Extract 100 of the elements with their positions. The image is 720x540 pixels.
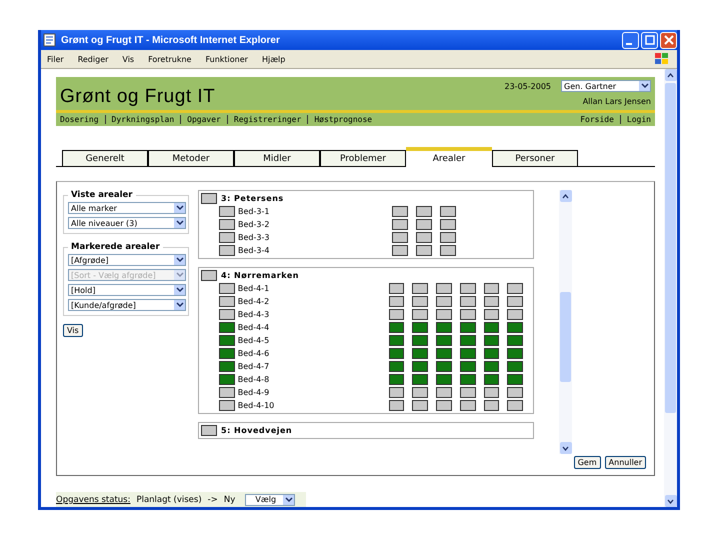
tab[interactable]: Arealer: [406, 147, 492, 168]
period-cell[interactable]: [507, 387, 523, 398]
bed-toggle[interactable]: [219, 374, 235, 386]
menu-item[interactable]: Hjælp: [262, 54, 286, 64]
scroll-thumb[interactable]: [665, 83, 676, 413]
tab[interactable]: Metoder: [148, 150, 234, 166]
period-cell[interactable]: [484, 309, 500, 320]
nav-link[interactable]: Registreringer: [234, 115, 302, 124]
period-cell[interactable]: [484, 296, 500, 308]
menu-item[interactable]: Vis: [122, 54, 134, 64]
tab[interactable]: Problemer: [320, 150, 406, 166]
menu-item[interactable]: Funktioner: [205, 54, 248, 64]
period-cell[interactable]: [484, 283, 500, 294]
scroll-down-icon[interactable]: [664, 495, 676, 507]
period-cell[interactable]: [507, 335, 523, 346]
period-cell[interactable]: [507, 296, 523, 308]
period-cell[interactable]: [460, 387, 476, 398]
bed-toggle[interactable]: [219, 348, 235, 360]
period-cell[interactable]: [412, 374, 428, 386]
period-cell[interactable]: [507, 309, 523, 320]
period-cell[interactable]: [460, 348, 476, 360]
action-button[interactable]: Gem: [574, 456, 601, 470]
period-cell[interactable]: [412, 296, 428, 308]
area-toggle[interactable]: [201, 193, 217, 204]
scrollbar[interactable]: [559, 190, 572, 454]
period-cell[interactable]: [484, 400, 500, 412]
bed-toggle[interactable]: [219, 232, 235, 244]
period-cell[interactable]: [507, 400, 523, 412]
period-cell[interactable]: [460, 374, 476, 386]
period-cell[interactable]: [440, 219, 456, 230]
bed-toggle[interactable]: [219, 400, 235, 412]
nav-link[interactable]: Dosering: [60, 115, 99, 124]
maximize-button[interactable]: [641, 32, 658, 48]
period-cell[interactable]: [436, 309, 452, 320]
period-cell[interactable]: [460, 335, 476, 346]
period-cell[interactable]: [460, 361, 476, 372]
status-select[interactable]: Vælg: [245, 494, 296, 506]
filter-select[interactable]: [Kunde/afgrøde]: [68, 299, 186, 312]
period-cell[interactable]: [412, 387, 428, 398]
period-cell[interactable]: [484, 387, 500, 398]
period-cell[interactable]: [392, 232, 408, 244]
show-button[interactable]: Vis: [63, 324, 83, 338]
menu-item[interactable]: Foretrukne: [148, 54, 192, 64]
close-button[interactable]: [660, 32, 677, 48]
role-select[interactable]: Gen. Gartner: [561, 80, 651, 92]
period-cell[interactable]: [416, 219, 432, 230]
bed-toggle[interactable]: [219, 335, 235, 346]
period-cell[interactable]: [460, 296, 476, 308]
bed-toggle[interactable]: [219, 322, 235, 334]
scroll-down-icon[interactable]: [560, 442, 572, 454]
period-cell[interactable]: [507, 283, 523, 294]
period-cell[interactable]: [507, 322, 523, 334]
nav-link[interactable]: Opgaver: [187, 115, 221, 124]
nav-link[interactable]: Forside: [580, 115, 614, 124]
period-cell[interactable]: [436, 283, 452, 294]
menu-item[interactable]: Filer: [47, 54, 64, 64]
tab[interactable]: Generelt: [62, 150, 148, 166]
period-cell[interactable]: [460, 400, 476, 412]
period-cell[interactable]: [388, 322, 404, 334]
bed-toggle[interactable]: [219, 361, 235, 372]
period-cell[interactable]: [436, 322, 452, 334]
period-cell[interactable]: [392, 245, 408, 256]
period-cell[interactable]: [388, 374, 404, 386]
period-cell[interactable]: [392, 206, 408, 218]
period-cell[interactable]: [484, 361, 500, 372]
period-cell[interactable]: [388, 296, 404, 308]
period-cell[interactable]: [440, 232, 456, 244]
tab[interactable]: Midler: [234, 150, 320, 166]
period-cell[interactable]: [392, 219, 408, 230]
period-cell[interactable]: [412, 322, 428, 334]
page-scrollbar[interactable]: [664, 69, 677, 507]
scroll-up-icon[interactable]: [664, 69, 676, 81]
status-link[interactable]: Opgavens status:: [56, 494, 130, 505]
period-cell[interactable]: [436, 374, 452, 386]
period-cell[interactable]: [388, 387, 404, 398]
period-cell[interactable]: [412, 361, 428, 372]
period-cell[interactable]: [440, 206, 456, 218]
filter-select[interactable]: [Afgrøde]: [68, 254, 186, 266]
nav-link[interactable]: Login: [626, 115, 651, 124]
scroll-thumb[interactable]: [560, 292, 571, 382]
period-cell[interactable]: [388, 361, 404, 372]
period-cell[interactable]: [388, 400, 404, 412]
period-cell[interactable]: [484, 374, 500, 386]
period-cell[interactable]: [436, 400, 452, 412]
period-cell[interactable]: [412, 283, 428, 294]
filter-select[interactable]: Alle marker: [68, 202, 186, 214]
area-toggle[interactable]: [201, 425, 217, 436]
tab[interactable]: Personer: [492, 150, 578, 166]
period-cell[interactable]: [484, 322, 500, 334]
menu-item[interactable]: Rediger: [78, 54, 108, 64]
period-cell[interactable]: [416, 206, 432, 218]
bed-toggle[interactable]: [219, 206, 235, 218]
period-cell[interactable]: [484, 335, 500, 346]
period-cell[interactable]: [484, 348, 500, 360]
period-cell[interactable]: [436, 348, 452, 360]
nav-link[interactable]: Dyrkningsplan: [112, 115, 174, 124]
period-cell[interactable]: [412, 348, 428, 360]
period-cell[interactable]: [388, 348, 404, 360]
period-cell[interactable]: [460, 309, 476, 320]
period-cell[interactable]: [416, 232, 432, 244]
